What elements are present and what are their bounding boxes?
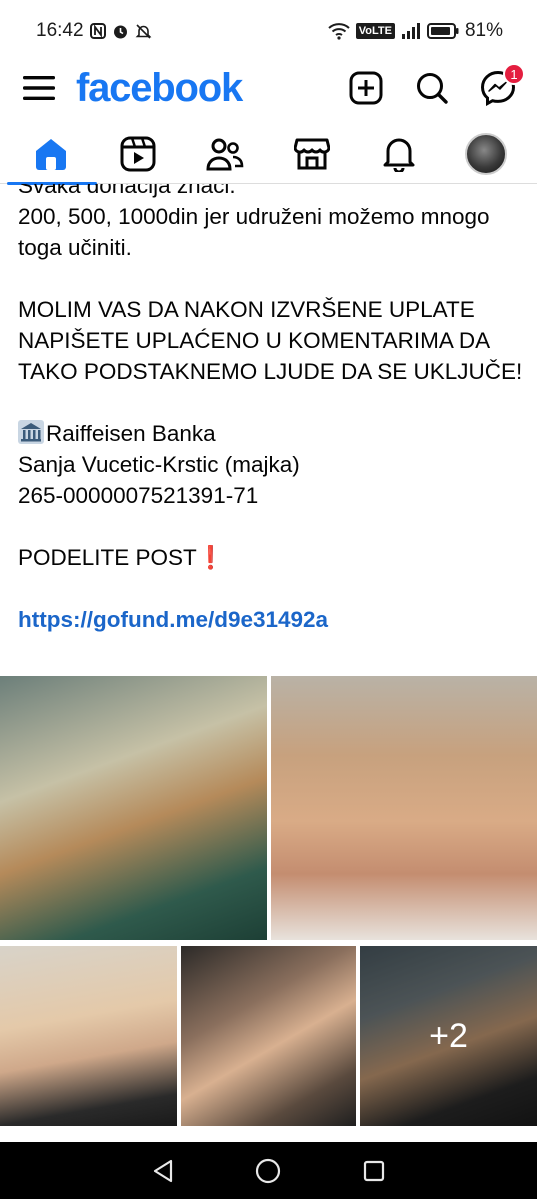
alarm-icon — [112, 23, 129, 40]
tab-bar — [0, 124, 537, 185]
post-appeal: MOLIM VAS DA NAKON IZVRŠENE UPLATE NAPIŠ… — [18, 297, 523, 384]
photo-1[interactable] — [0, 676, 267, 940]
post-body: Svaka donacija znači. 200, 500, 1000din … — [0, 184, 537, 674]
video-icon — [120, 136, 156, 171]
home-icon — [36, 138, 67, 170]
share-line: PODELITE POST❗ — [18, 542, 523, 573]
home-nav-button[interactable] — [248, 1151, 288, 1191]
tab-video[interactable] — [108, 128, 168, 180]
photo-5[interactable]: +2 — [360, 946, 537, 1126]
post-text: Svaka donacija znači. 200, 500, 1000din … — [18, 184, 523, 635]
post-line-amounts: 200, 500, 1000din jer udruženi možemo mn… — [18, 204, 490, 260]
status-right: VoLTE 81% — [328, 20, 503, 42]
header-actions: 1 — [347, 63, 525, 107]
plus-square-icon — [349, 71, 383, 105]
status-bar: 16:42 VoLTE 81% — [0, 0, 537, 62]
tab-friends[interactable] — [195, 128, 255, 180]
recents-icon — [364, 1160, 385, 1181]
network-badge: VoLTE — [355, 23, 395, 39]
hamburger-icon — [23, 76, 55, 100]
reactions-strip — [0, 1126, 537, 1142]
battery-level: 81% — [464, 20, 503, 41]
status-time: 16:42 — [36, 20, 84, 41]
bell-icon — [383, 138, 415, 172]
account-holder: Sanja Vucetic-Krstic (majka) — [18, 452, 300, 477]
messenger-badge: 1 — [503, 63, 525, 85]
home-circle-icon — [256, 1158, 281, 1183]
app-header: facebook 1 — [0, 62, 537, 114]
gofundme-link[interactable]: https://gofund.me/d9e31492a — [18, 604, 523, 635]
photo-4[interactable] — [181, 946, 356, 1126]
more-photos-count: +2 — [429, 1016, 468, 1055]
post-bank-line: Raiffeisen Banka — [18, 418, 523, 449]
back-icon — [153, 1159, 172, 1182]
post-line-donation: Svaka donacija znači. — [18, 184, 236, 198]
tab-marketplace[interactable] — [282, 128, 342, 180]
battery-icon — [426, 23, 459, 39]
friends-icon — [206, 138, 244, 170]
recents-button[interactable] — [354, 1151, 394, 1191]
signal-icon — [401, 23, 421, 39]
facebook-logo[interactable]: facebook — [76, 66, 243, 111]
photo-2[interactable] — [271, 676, 537, 940]
avatar — [464, 132, 507, 175]
exclamation-icon: ❗ — [196, 545, 225, 570]
tab-profile[interactable] — [456, 128, 516, 180]
search-icon — [417, 73, 448, 104]
more-photos-overlay[interactable]: +2 — [360, 946, 537, 1126]
menu-button[interactable] — [20, 69, 58, 107]
marketplace-icon — [293, 138, 330, 169]
wifi-icon — [328, 22, 350, 40]
photo-grid: +2 — [0, 676, 537, 1126]
bank-icon — [18, 420, 44, 444]
messenger-button[interactable]: 1 — [479, 63, 525, 107]
share-text: PODELITE POST — [18, 545, 197, 570]
system-nav-bar — [0, 1142, 537, 1199]
photo-3[interactable] — [0, 946, 177, 1126]
tab-home[interactable] — [7, 128, 98, 185]
search-button[interactable] — [413, 69, 451, 107]
status-left: 16:42 — [36, 20, 152, 42]
mute-icon — [135, 23, 152, 40]
account-number: 265-0000007521391-71 — [18, 483, 259, 508]
bank-name: Raiffeisen Banka — [46, 421, 216, 446]
create-button[interactable] — [347, 69, 385, 107]
tab-notifications[interactable] — [369, 128, 429, 180]
back-button[interactable] — [143, 1151, 183, 1191]
nfc-icon — [89, 23, 106, 39]
